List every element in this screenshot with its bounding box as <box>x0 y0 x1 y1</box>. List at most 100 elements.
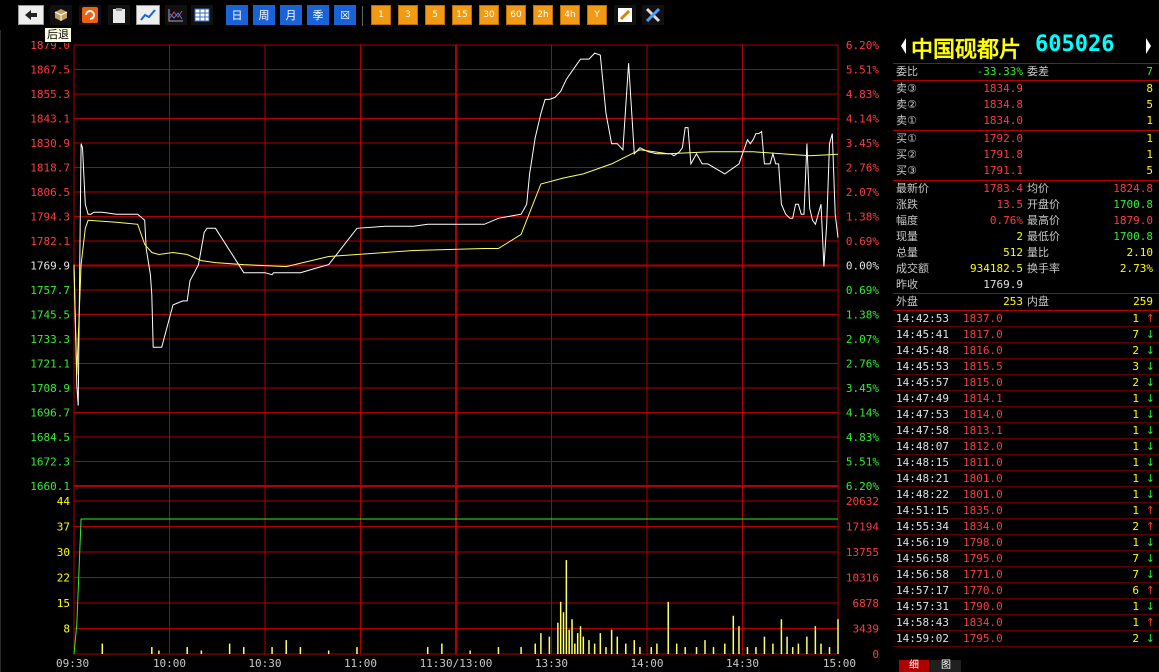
tick-row[interactable]: 14:47:53 1814.0 1 ↓ <box>893 407 1159 423</box>
tick-row[interactable]: 14:56:58 1771.0 7 ↓ <box>893 567 1159 583</box>
volume-right-label: 10316 <box>846 572 879 585</box>
stat-row: 成交额 934182.5 换手率 2.73% <box>893 261 1159 277</box>
tick-time: 14:56:58 <box>896 552 949 565</box>
tick-row[interactable]: 14:47:58 1813.1 1 ↓ <box>893 423 1159 439</box>
hour-4-button[interactable]: 4h <box>560 5 580 25</box>
pct-tick-label: 0.69% <box>846 235 879 248</box>
draw-button[interactable] <box>614 5 636 25</box>
intraday-chart-button[interactable] <box>136 5 160 25</box>
tick-price: 1795.0 <box>963 632 1003 645</box>
tick-time: 14:48:07 <box>896 440 949 453</box>
prev-stock-icon[interactable] <box>901 38 906 54</box>
volume-right-label: 6878 <box>853 597 880 610</box>
clipboard-button[interactable] <box>108 5 130 25</box>
tick-row[interactable]: 14:59:02 1795.0 2 ↓ <box>893 631 1159 647</box>
weicha-label: 委差 <box>1027 65 1049 78</box>
volume-left-label: 44 <box>57 495 71 508</box>
tick-row[interactable]: 14:48:15 1811.0 1 ↓ <box>893 455 1159 471</box>
next-stock-icon[interactable] <box>1146 38 1151 54</box>
stat-value: 934182.5 <box>970 262 1023 275</box>
stat-label: 开盘价 <box>1027 198 1060 211</box>
tick-row[interactable]: 14:45:57 1815.0 2 ↓ <box>893 375 1159 391</box>
sell-price: 1834.0 <box>983 114 1023 127</box>
tick-row[interactable]: 14:48:22 1801.0 1 ↓ <box>893 487 1159 503</box>
minute-3-button[interactable]: 3 <box>398 5 418 25</box>
clipboard-icon <box>113 7 125 23</box>
tick-volume: 2 <box>1132 520 1139 533</box>
stat-value: 2.10 <box>1126 246 1154 259</box>
sell-level-label: 卖② <box>896 98 917 111</box>
time-tick-label: 09:30 <box>56 657 89 670</box>
sell-level-row: 卖③ 1834.9 8 <box>893 81 1159 97</box>
tick-price: 1801.0 <box>963 472 1003 485</box>
tick-row[interactable]: 14:45:41 1817.0 7 ↓ <box>893 327 1159 343</box>
arrow-down-icon: ↓ <box>1145 376 1155 389</box>
tab-chart[interactable]: 图 <box>931 660 961 672</box>
tick-time: 14:47:53 <box>896 408 949 421</box>
time-tick-label: 10:00 <box>153 657 186 670</box>
tick-row[interactable]: 14:45:48 1816.0 2 ↓ <box>893 343 1159 359</box>
tick-volume: 7 <box>1132 552 1139 565</box>
tools-icon <box>645 7 661 23</box>
stat-label: 昨收 <box>896 278 918 291</box>
tick-volume: 1 <box>1132 312 1139 325</box>
buy-level-row: 买③ 1791.1 5 <box>893 163 1159 179</box>
tick-row[interactable]: 14:47:49 1814.1 1 ↓ <box>893 391 1159 407</box>
stock-name: 中国砚都片 <box>911 38 1022 63</box>
period-year-button[interactable]: ☒ <box>334 5 356 25</box>
stat-value: 13.5 <box>996 198 1024 211</box>
tick-row[interactable]: 14:56:19 1798.0 1 ↓ <box>893 535 1159 551</box>
arrow-down-icon: ↓ <box>1145 456 1155 469</box>
tick-row[interactable]: 14:42:53 1837.0 1 ↑ <box>893 311 1159 327</box>
tick-row[interactable]: 14:55:34 1834.0 2 ↑ <box>893 519 1159 535</box>
tick-price: 1815.5 <box>963 360 1003 373</box>
minute-60-button[interactable]: 60 <box>506 5 526 25</box>
period-day-button[interactable]: 日 <box>226 5 248 25</box>
stat-value: 0.76% <box>989 214 1023 227</box>
minute-15-button[interactable]: 15 <box>452 5 472 25</box>
back-button[interactable] <box>18 5 44 25</box>
tick-price: 1815.0 <box>963 376 1003 389</box>
tick-row[interactable]: 14:48:21 1801.0 1 ↓ <box>893 471 1159 487</box>
pct-tick-label: 1.38% <box>846 211 879 224</box>
tick-row[interactable]: 14:58:43 1834.0 1 ↑ <box>893 615 1159 631</box>
volume-right-label: 0 <box>872 648 879 661</box>
refresh-button[interactable] <box>79 5 101 25</box>
pct-tick-label: 1.38% <box>846 309 879 322</box>
period-quarter-button[interactable]: 季 <box>307 5 329 25</box>
table-button[interactable] <box>191 5 213 25</box>
tick-volume: 2 <box>1132 344 1139 357</box>
tools-button[interactable] <box>642 5 664 25</box>
stat-value: 1824.8 <box>1113 182 1153 195</box>
period-week-button[interactable]: 周 <box>253 5 275 25</box>
tick-row[interactable]: 14:56:58 1795.0 7 ↓ <box>893 551 1159 567</box>
price-tick-label: 1830.9 <box>30 137 70 150</box>
cube-icon <box>54 9 68 21</box>
hour-2-button[interactable]: 2h <box>533 5 553 25</box>
buy-level-label: 买① <box>896 132 917 145</box>
minute-30-button[interactable]: 30 <box>479 5 499 25</box>
arrow-down-icon: ↓ <box>1145 392 1155 405</box>
minute-5-button[interactable]: 5 <box>425 5 445 25</box>
tick-volume: 2 <box>1132 376 1139 389</box>
tab-detail[interactable]: 细 <box>899 660 929 672</box>
tick-row[interactable]: 14:57:31 1790.0 1 ↓ <box>893 599 1159 615</box>
pct-tick-label: 5.51% <box>846 64 879 77</box>
period-month-button[interactable]: 月 <box>280 5 302 25</box>
year-button[interactable]: Y <box>587 5 607 25</box>
tick-row[interactable]: 14:51:15 1835.0 1 ↑ <box>893 503 1159 519</box>
tick-row[interactable]: 14:57:17 1770.0 6 ↑ <box>893 583 1159 599</box>
sell-level-label: 卖① <box>896 114 917 127</box>
tick-row[interactable]: 14:48:07 1812.0 1 ↓ <box>893 439 1159 455</box>
cube-button[interactable] <box>50 5 72 25</box>
pct-tick-label: 3.45% <box>846 382 879 395</box>
tick-row[interactable]: 14:45:53 1815.5 3 ↓ <box>893 359 1159 375</box>
minute-1-button[interactable]: 1 <box>371 5 391 25</box>
intraday-chart[interactable]: 1879.0 6.20%1867.5 5.51%1855.3 4.83%1843.1 4… <box>0 30 893 672</box>
weibi-label: 委比 <box>896 65 918 78</box>
tick-price: 1814.1 <box>963 392 1003 405</box>
multi-line-button[interactable] <box>165 5 187 25</box>
tick-price: 1812.0 <box>963 440 1003 453</box>
volume-right-label: 20632 <box>846 495 879 508</box>
tick-volume: 1 <box>1132 536 1139 549</box>
